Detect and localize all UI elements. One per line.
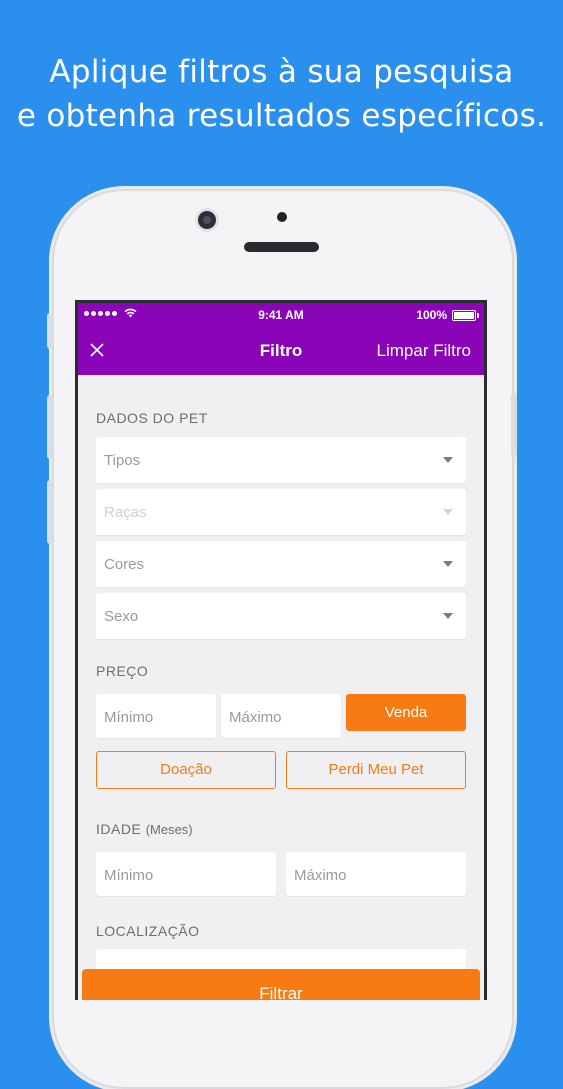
age-max-placeholder: Máximo xyxy=(294,867,347,884)
front-camera xyxy=(198,211,216,229)
venda-button[interactable]: Venda xyxy=(346,694,466,731)
tipos-placeholder: Tipos xyxy=(104,452,141,469)
battery-icon xyxy=(452,309,479,321)
price-min-input[interactable]: Mínimo xyxy=(96,694,216,738)
sexo-select[interactable]: Sexo xyxy=(96,593,466,639)
earpiece-speaker xyxy=(244,242,319,252)
proximity-sensor xyxy=(277,212,287,222)
pet-section-label: DADOS DO PET xyxy=(96,410,208,426)
nav-bar: Filtro Limpar Filtro xyxy=(78,327,484,375)
app-screen: 9:41 AM 100% Filtro Limpar Filtro DADOS … xyxy=(78,303,484,1000)
status-bar: 9:41 AM 100% xyxy=(78,303,484,327)
age-section-label: IDADE (Meses) xyxy=(96,821,193,837)
age-min-placeholder: Mínimo xyxy=(104,867,154,884)
price-max-input[interactable]: Máximo xyxy=(221,694,341,738)
price-max-placeholder: Máximo xyxy=(229,709,282,726)
phone-side-button xyxy=(47,313,53,349)
headline-line-2: e obtenha resultados específicos. xyxy=(16,98,547,134)
phone-volume-up xyxy=(47,395,53,459)
price-min-placeholder: Mínimo xyxy=(104,709,154,726)
location-section-label: LOCALIZAÇÃO xyxy=(96,923,200,939)
cores-placeholder: Cores xyxy=(104,556,145,573)
sexo-placeholder: Sexo xyxy=(104,608,139,625)
battery-indicator: 100% xyxy=(416,308,479,322)
chevron-down-icon xyxy=(443,457,453,463)
headline-line-1: Aplique filtros à sua pesquisa xyxy=(49,54,514,90)
price-section-label: PREÇO xyxy=(96,663,149,679)
chevron-down-icon xyxy=(443,613,453,619)
doacao-button[interactable]: Doação xyxy=(96,751,276,789)
perdi-meu-pet-button[interactable]: Perdi Meu Pet xyxy=(286,751,466,789)
age-min-input[interactable]: Mínimo xyxy=(96,852,276,896)
racas-select[interactable]: Raças xyxy=(96,489,466,535)
age-max-input[interactable]: Máximo xyxy=(286,852,466,896)
promo-headline: Aplique filtros à sua pesquisa e obtenha… xyxy=(0,50,563,138)
cores-select[interactable]: Cores xyxy=(96,541,466,587)
filter-submit-button[interactable]: Filtrar xyxy=(82,969,480,1000)
chevron-down-icon xyxy=(443,509,453,515)
chevron-down-icon xyxy=(443,561,453,567)
clear-filter-button[interactable]: Limpar Filtro xyxy=(377,341,471,361)
phone-volume-down xyxy=(47,480,53,544)
tipos-select[interactable]: Tipos xyxy=(96,437,466,483)
phone-screen: 9:41 AM 100% Filtro Limpar Filtro DADOS … xyxy=(75,300,487,1000)
age-unit: (Meses) xyxy=(145,822,193,837)
age-label: IDADE xyxy=(96,821,142,837)
phone-power-button xyxy=(511,393,517,457)
racas-placeholder: Raças xyxy=(104,504,147,521)
battery-percent: 100% xyxy=(416,308,447,322)
